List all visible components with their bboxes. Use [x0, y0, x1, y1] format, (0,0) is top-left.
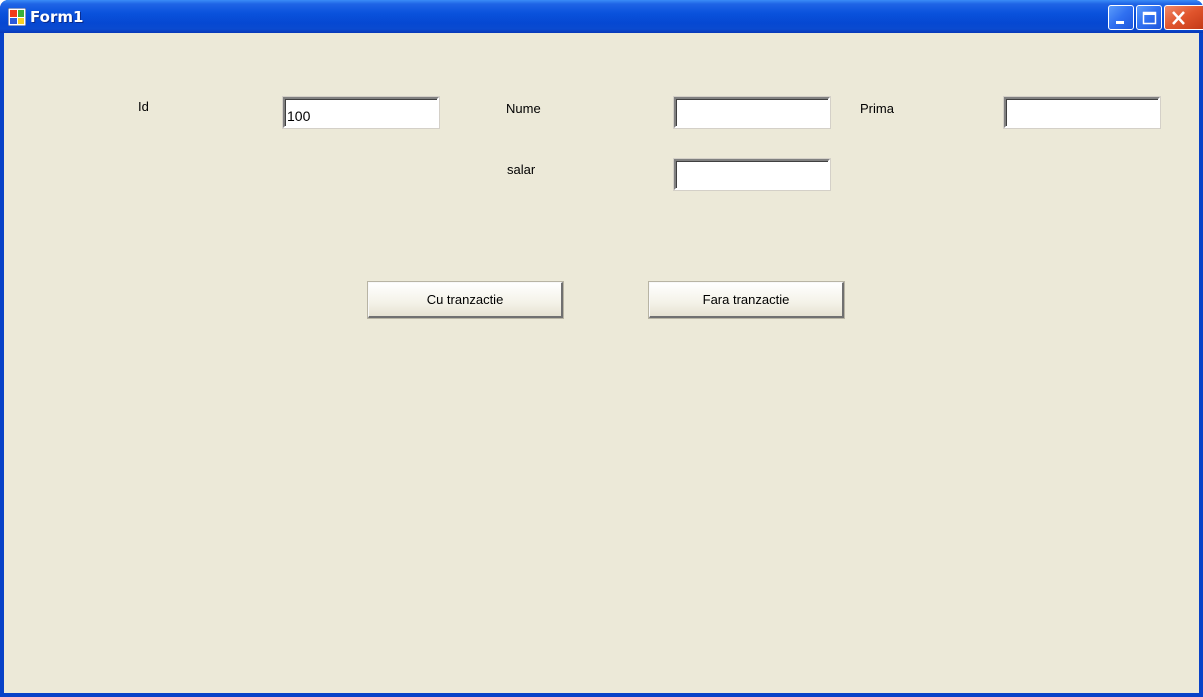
minimize-icon — [1116, 21, 1124, 24]
form-client-area: Id Nume Prima salar Cu tranzactie Fara t… — [4, 33, 1199, 693]
nume-label: Nume — [506, 101, 541, 116]
fara-tranzactie-button[interactable]: Fara tranzactie — [648, 281, 845, 319]
maximize-button[interactable] — [1136, 5, 1162, 30]
prima-field[interactable] — [1003, 96, 1161, 129]
salar-label: salar — [507, 162, 536, 177]
windows-form-icon — [7, 7, 27, 27]
cu-tranzactie-button[interactable]: Cu tranzactie — [367, 281, 564, 319]
window-title: Form1 — [30, 8, 84, 26]
close-icon — [1172, 11, 1185, 25]
title-bar[interactable]: Form1 — [0, 0, 1203, 33]
prima-label: Prima — [860, 101, 894, 116]
id-label: Id — [138, 99, 149, 114]
nume-field[interactable] — [673, 96, 831, 129]
id-field[interactable] — [282, 96, 440, 129]
close-button[interactable] — [1164, 5, 1203, 30]
maximize-icon — [1142, 11, 1157, 25]
form1-window: Form1 Id Nume Prima salar Cu tr — [0, 0, 1203, 697]
salar-field[interactable] — [673, 158, 831, 191]
minimize-button[interactable] — [1108, 5, 1134, 30]
